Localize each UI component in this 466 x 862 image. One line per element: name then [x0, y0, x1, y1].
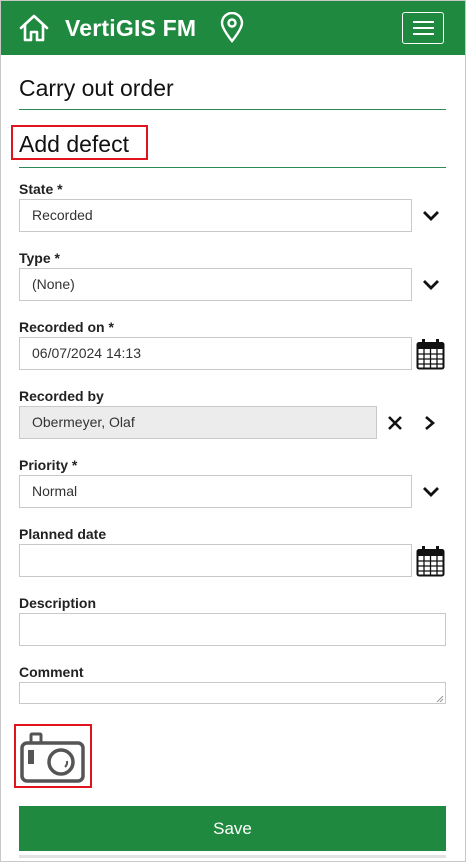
- hamburger-menu-button[interactable]: [402, 12, 444, 44]
- divider: [19, 109, 446, 110]
- highlight-box: [14, 724, 92, 788]
- top-bar: VertiGIS FM: [1, 1, 465, 55]
- highlight-box: [11, 125, 148, 160]
- description-input[interactable]: [19, 613, 446, 646]
- planned-date-label: Planned date: [19, 526, 107, 542]
- description-label: Description: [19, 595, 97, 611]
- camera-icon[interactable]: [20, 731, 86, 783]
- priority-select[interactable]: Normal: [19, 475, 412, 508]
- resize-handle-icon[interactable]: [436, 695, 444, 703]
- type-label: Type *: [19, 250, 60, 266]
- planned-date-input[interactable]: [19, 544, 412, 577]
- priority-label: Priority *: [19, 457, 78, 473]
- location-pin-icon[interactable]: [219, 12, 245, 44]
- divider: [19, 855, 446, 858]
- divider: [19, 167, 446, 168]
- close-icon[interactable]: [387, 415, 403, 431]
- state-label: State *: [19, 181, 63, 197]
- save-button[interactable]: Save: [19, 806, 446, 851]
- app-frame: VertiGIS FM Carry out order Add defect S…: [0, 0, 466, 862]
- page-title: Carry out order: [19, 75, 174, 101]
- home-icon[interactable]: [18, 13, 50, 43]
- comment-label: Comment: [19, 664, 84, 680]
- type-select[interactable]: (None): [19, 268, 412, 301]
- chevron-down-icon[interactable]: [422, 279, 440, 291]
- hamburger-menu-icon: [413, 21, 434, 23]
- state-select[interactable]: Recorded: [19, 199, 412, 232]
- recorded-on-input[interactable]: 06/07/2024 14:13: [19, 337, 412, 370]
- recorded-by-label: Recorded by: [19, 388, 104, 404]
- calendar-icon[interactable]: [416, 338, 445, 370]
- chevron-down-icon[interactable]: [422, 210, 440, 222]
- comment-textarea[interactable]: [19, 682, 446, 704]
- app-title: VertiGIS FM: [65, 15, 197, 41]
- chevron-down-icon[interactable]: [422, 486, 440, 498]
- calendar-icon[interactable]: [416, 545, 445, 577]
- chevron-right-icon[interactable]: [422, 415, 438, 431]
- recorded-on-label: Recorded on *: [19, 319, 114, 335]
- recorded-by-field: Obermeyer, Olaf: [19, 406, 377, 439]
